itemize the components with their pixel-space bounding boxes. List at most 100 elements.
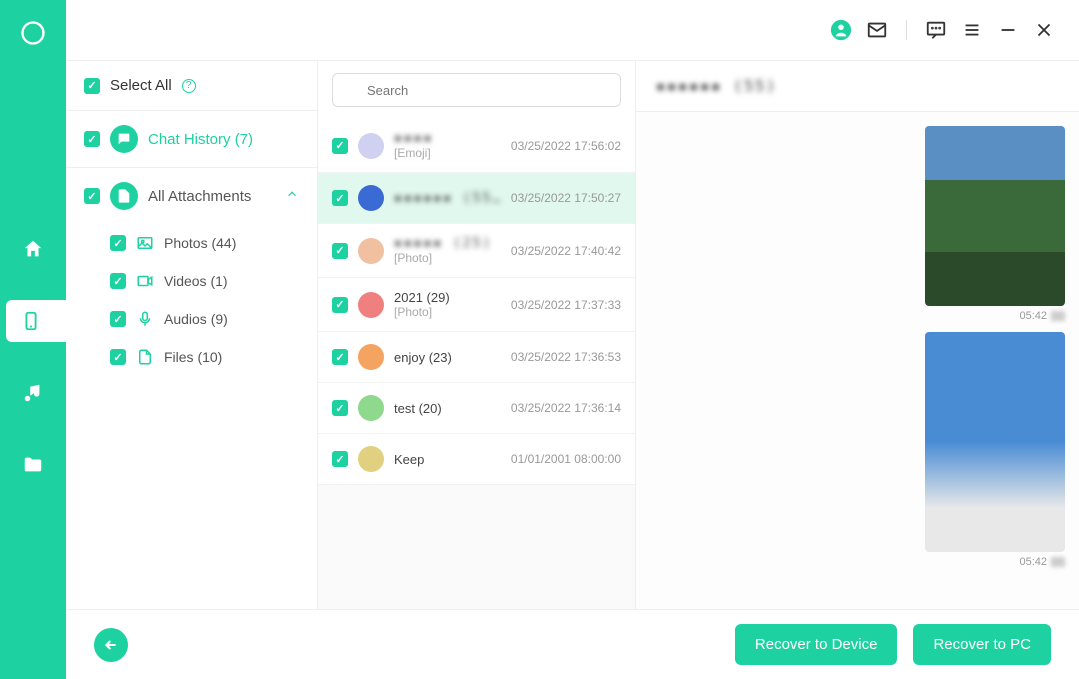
- chat-item-checkbox[interactable]: [332, 451, 348, 467]
- chevron-up-icon: [285, 187, 299, 205]
- chat-item-time: 03/25/2022 17:40:42: [511, 244, 621, 258]
- video-icon: [136, 272, 154, 290]
- obscured-icon: [1051, 311, 1065, 321]
- file-icon: [136, 348, 154, 366]
- chat-item-checkbox[interactable]: [332, 190, 348, 206]
- main-panel: Select All ? Chat History (7) All Attach: [66, 0, 1079, 679]
- audios-label: Audios (9): [164, 311, 228, 327]
- chat-item-title: ▪▪▪▪▪▪ (55): [394, 191, 501, 206]
- attachments-checkbox[interactable]: [84, 188, 100, 204]
- help-icon[interactable]: ?: [182, 79, 196, 93]
- chat-item-subtitle: [Photo]: [394, 305, 501, 319]
- topbar-divider: [906, 20, 907, 40]
- select-all-checkbox[interactable]: [84, 78, 100, 94]
- message-time: 05:42: [1019, 310, 1065, 322]
- category-sidebar: Select All ? Chat History (7) All Attach: [66, 61, 318, 609]
- app-root: Select All ? Chat History (7) All Attach: [0, 0, 1079, 679]
- chat-item-body: test (20): [394, 401, 501, 416]
- category-chat-history[interactable]: Chat History (7): [66, 110, 317, 168]
- chat-history-label: Chat History (7): [148, 131, 253, 148]
- window-topbar: [66, 0, 1079, 60]
- back-button[interactable]: [94, 628, 128, 662]
- audios-checkbox[interactable]: [110, 311, 126, 327]
- chat-list: ▪▪▪▪[Emoji] 03/25/2022 17:56:02 ▪▪▪▪▪▪ (55…: [318, 119, 635, 609]
- photos-label: Photos (44): [164, 235, 236, 251]
- chat-item-body: ▪▪▪▪[Emoji]: [394, 131, 501, 160]
- chat-item-body: enjoy (23): [394, 350, 501, 365]
- message-image[interactable]: [925, 332, 1065, 552]
- chat-item-checkbox[interactable]: [332, 243, 348, 259]
- avatar: [358, 185, 384, 211]
- attachments-label: All Attachments: [148, 188, 251, 205]
- chat-item-body: Keep: [394, 452, 501, 467]
- chat-list-panel: ▪▪▪▪[Emoji] 03/25/2022 17:56:02 ▪▪▪▪▪▪ (55…: [318, 61, 636, 609]
- feedback-icon[interactable]: [925, 19, 947, 41]
- nav-music[interactable]: [12, 372, 54, 414]
- files-label: Files (10): [164, 349, 222, 365]
- recover-device-button[interactable]: Recover to Device: [735, 624, 898, 665]
- chat-list-item[interactable]: ▪▪▪▪▪ (25)[Photo] 03/25/2022 17:40:42: [318, 224, 635, 278]
- avatar: [358, 292, 384, 318]
- chat-item-title: test (20): [394, 401, 501, 416]
- recover-pc-button[interactable]: Recover to PC: [913, 624, 1051, 665]
- app-logo: [18, 18, 48, 48]
- chat-item-time: 03/25/2022 17:50:27: [511, 191, 621, 205]
- chat-list-item[interactable]: test (20) 03/25/2022 17:36:14: [318, 383, 635, 434]
- subitem-photos[interactable]: Photos (44): [110, 224, 317, 262]
- avatar: [358, 133, 384, 159]
- chat-list-item[interactable]: ▪▪▪▪[Emoji] 03/25/2022 17:56:02: [318, 119, 635, 173]
- nav-home[interactable]: [12, 228, 54, 270]
- message-list: 05:42 05:42: [636, 112, 1079, 609]
- photos-checkbox[interactable]: [110, 235, 126, 251]
- bottom-bar: Recover to Device Recover to PC: [66, 609, 1079, 679]
- detail-header: ▪▪▪▪▪▪ (55): [636, 61, 1079, 112]
- chat-item-subtitle: [Photo]: [394, 251, 501, 265]
- chat-item-checkbox[interactable]: [332, 349, 348, 365]
- nav-folder[interactable]: [12, 444, 54, 486]
- minimize-icon[interactable]: [997, 19, 1019, 41]
- avatar: [358, 446, 384, 472]
- message-time: 05:42: [1019, 556, 1065, 568]
- nav-rail-items: [0, 228, 66, 486]
- chat-item-body: ▪▪▪▪▪▪ (55): [394, 191, 501, 206]
- subitem-files[interactable]: Files (10): [110, 338, 317, 376]
- chat-list-item[interactable]: enjoy (23) 03/25/2022 17:36:53: [318, 332, 635, 383]
- chat-list-item[interactable]: ▪▪▪▪▪▪ (55) 03/25/2022 17:50:27: [318, 173, 635, 224]
- subitem-videos[interactable]: Videos (1): [110, 262, 317, 300]
- chat-item-time: 03/25/2022 17:56:02: [511, 139, 621, 153]
- mail-icon[interactable]: [866, 19, 888, 41]
- select-all-row[interactable]: Select All ?: [66, 61, 317, 110]
- search-input[interactable]: [332, 73, 621, 107]
- chat-item-checkbox[interactable]: [332, 400, 348, 416]
- attachments-subitems: Photos (44) Videos (1) Audios (9): [66, 224, 317, 376]
- nav-device[interactable]: [6, 300, 66, 342]
- videos-checkbox[interactable]: [110, 273, 126, 289]
- chat-item-title: ▪▪▪▪▪ (25): [394, 236, 501, 251]
- videos-label: Videos (1): [164, 273, 228, 289]
- menu-icon[interactable]: [961, 19, 983, 41]
- user-icon[interactable]: [830, 19, 852, 41]
- close-icon[interactable]: [1033, 19, 1055, 41]
- chat-item-time: 03/25/2022 17:36:14: [511, 401, 621, 415]
- chat-list-item[interactable]: Keep01/01/2001 08:00:00: [318, 434, 635, 485]
- chat-item-time: 03/25/2022 17:36:53: [511, 350, 621, 364]
- message-image[interactable]: [925, 126, 1065, 306]
- detail-title: ▪▪▪▪▪▪ (55): [656, 77, 777, 95]
- message[interactable]: 05:42: [925, 332, 1065, 568]
- chat-item-checkbox[interactable]: [332, 297, 348, 313]
- audio-icon: [136, 310, 154, 328]
- chat-item-title: enjoy (23): [394, 350, 501, 365]
- chat-list-item[interactable]: 2021 (29)[Photo]03/25/2022 17:37:33: [318, 278, 635, 332]
- message[interactable]: 05:42: [925, 126, 1065, 322]
- category-attachments[interactable]: All Attachments: [66, 168, 317, 224]
- avatar: [358, 344, 384, 370]
- subitem-audios[interactable]: Audios (9): [110, 300, 317, 338]
- files-checkbox[interactable]: [110, 349, 126, 365]
- chat-history-icon: [110, 125, 138, 153]
- chat-item-title: 2021 (29): [394, 290, 501, 305]
- chat-item-subtitle: [Emoji]: [394, 146, 501, 160]
- select-all-label: Select All: [110, 77, 172, 94]
- chat-item-checkbox[interactable]: [332, 138, 348, 154]
- nav-rail: [0, 0, 66, 679]
- chat-history-checkbox[interactable]: [84, 131, 100, 147]
